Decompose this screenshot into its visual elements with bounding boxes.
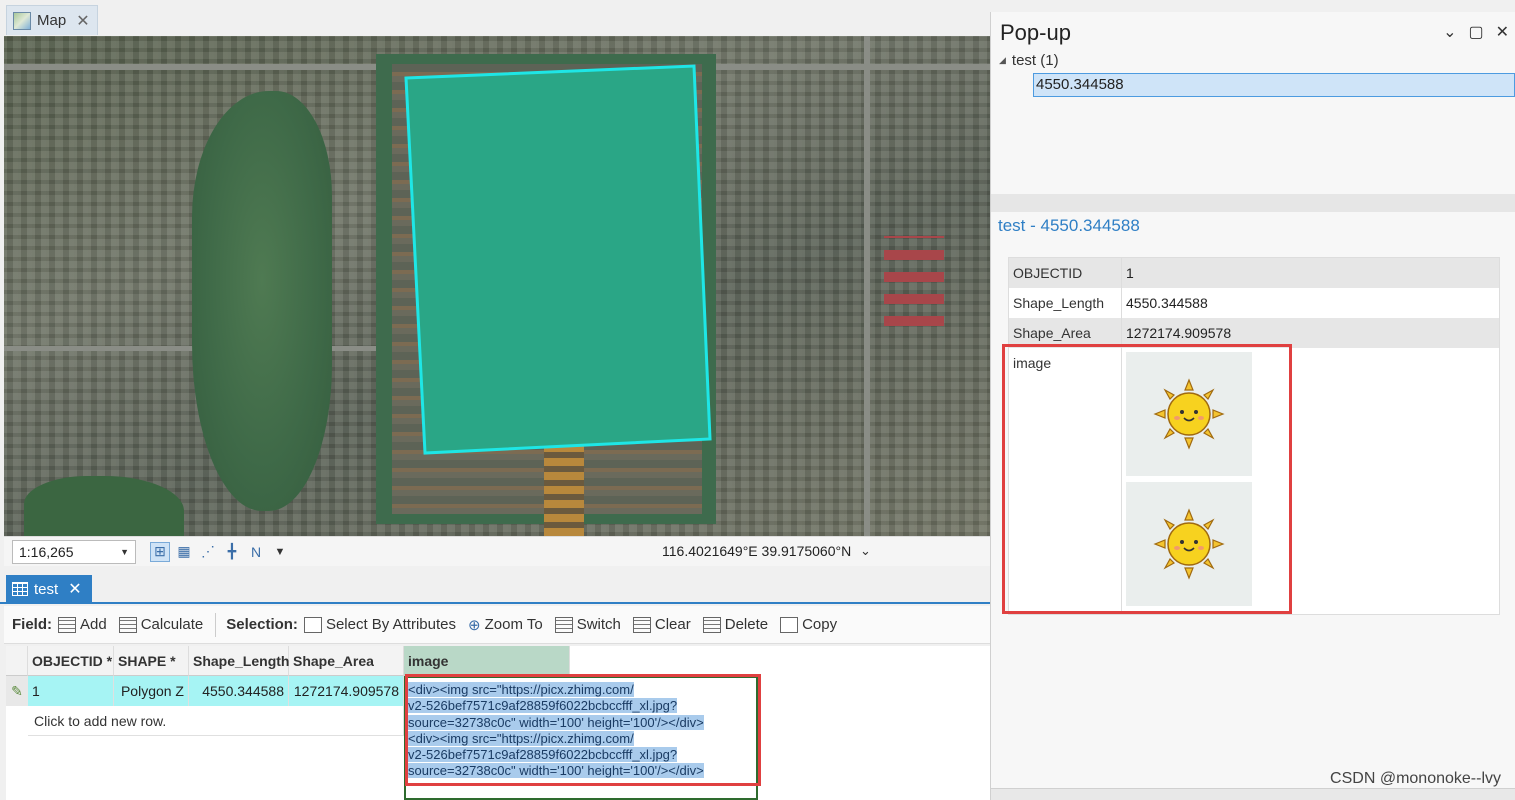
popup-row-objectid: OBJECTID 1 [1009, 258, 1499, 288]
map-overlay [404, 64, 712, 455]
cell-image[interactable]: <div><img src="https://picx.zhimg.com/ v… [404, 676, 758, 800]
image-cell-line: v2-526bef7571c9af28859f6022bcbccfff_xl.j… [408, 698, 678, 714]
popup-title: Pop-up [1000, 20, 1071, 45]
north-arrow-icon[interactable]: N [246, 542, 266, 562]
edit-pencil-icon[interactable]: ✎ [6, 676, 28, 706]
tab-map[interactable]: Map ✕ [6, 5, 98, 35]
delete-label: Delete [724, 616, 769, 633]
coordinate-readout: 116.4021649°E 39.9175060°N [662, 543, 852, 559]
cell-objectid[interactable]: 1 [28, 676, 114, 706]
table-icon [12, 582, 28, 596]
popup-pane: Pop-up ⌄ ▢ ✕ ◢ test (1) 4550.344588 test… [990, 12, 1515, 800]
column-header-shape-length[interactable]: Shape_Length [189, 646, 289, 676]
feature-title: test - 4550.344588 [998, 216, 1140, 235]
select-by-attributes-icon [303, 616, 322, 633]
add-new-row[interactable]: Click to add new row. [28, 706, 404, 736]
chevron-down-icon: ▼ [120, 546, 129, 557]
add-field-button[interactable]: Add [58, 616, 107, 633]
image-cell-line: <div><img src="https://picx.zhimg.com/ [408, 730, 634, 746]
grid-icon[interactable]: ▦ [174, 542, 194, 562]
switch-selection-icon [554, 616, 573, 633]
tree-layer-label: test (1) [1011, 52, 1059, 69]
map-icon [13, 11, 31, 30]
tree-layer-node[interactable]: ◢ test (1) [999, 52, 1059, 69]
tab-map-label: Map [37, 12, 67, 29]
delete-button[interactable]: Delete [702, 616, 769, 633]
image-cell-line: <div><img src="https://picx.zhimg.com/ [408, 682, 634, 697]
copy-icon [780, 616, 799, 633]
expand-triangle-icon[interactable]: ◢ [999, 55, 1006, 66]
close-icon[interactable]: ✕ [68, 579, 81, 599]
annotation-highlight-box [1002, 344, 1292, 614]
selection-label: Selection: [226, 616, 298, 633]
cell-shape-area[interactable]: 1272174.909578 [289, 676, 404, 706]
chevron-down-icon[interactable]: ▼ [270, 542, 290, 562]
pane-splitter[interactable] [991, 194, 1515, 212]
selected-polygon[interactable] [404, 64, 712, 455]
map-status-bar: 1:16,265 ▼ ⊞ ▦ ⋰ ╋ N ▼ 116.4021649°E 39.… [4, 536, 990, 566]
popup-value: 4550.344588 [1126, 295, 1208, 311]
zoom-to-label: Zoom To [484, 616, 543, 633]
add-field-icon [58, 616, 76, 633]
delete-icon [702, 616, 721, 633]
tree-feature-item[interactable]: 4550.344588 [1033, 73, 1515, 97]
close-icon[interactable]: ✕ [1496, 22, 1509, 42]
scale-value: 1:16,265 [19, 543, 74, 560]
select-by-attributes-label: Select By Attributes [325, 616, 457, 633]
tab-table-label: test [34, 580, 59, 598]
close-icon[interactable]: ✕ [76, 11, 89, 31]
map-tab-bar: Map ✕ [0, 0, 990, 36]
copy-button[interactable]: Copy [780, 616, 837, 633]
map-view[interactable] [4, 36, 990, 536]
calculate-label: Calculate [140, 616, 204, 633]
pane-controls: ⌄ ▢ ✕ [1443, 22, 1509, 42]
zoom-to-button[interactable]: ⊕ Zoom To [468, 616, 543, 634]
popup-key: Shape_Length [1009, 288, 1122, 318]
copy-label: Copy [802, 616, 838, 633]
image-cell-line: v2-526bef7571c9af28859f6022bcbccfff_xl.j… [408, 747, 678, 763]
toolbar-divider [215, 612, 217, 637]
calculator-icon [118, 616, 137, 633]
clear-button[interactable]: Clear [632, 616, 691, 633]
popup-key: OBJECTID [1009, 258, 1122, 288]
watermark: CSDN @mononoke--lvy [1330, 770, 1501, 787]
scale-dropdown[interactable]: 1:16,265 ▼ [12, 539, 136, 564]
tab-test-table[interactable]: test ✕ [6, 575, 92, 603]
select-by-attributes-button[interactable]: Select By Attributes [303, 616, 457, 633]
chevron-down-icon[interactable]: ⌄ [1443, 22, 1456, 42]
add-field-label: Add [80, 616, 107, 633]
attribute-table: OBJECTID * SHAPE * Shape_Length Shape_Ar… [6, 646, 990, 800]
table-corner[interactable] [6, 646, 28, 676]
snapping-icon[interactable]: ⋰ [198, 542, 218, 562]
table-toolbar: Field: Add Calculate Selection: Select B… [4, 606, 990, 644]
clear-label: Clear [654, 616, 691, 633]
maximize-icon[interactable]: ▢ [1468, 22, 1483, 42]
chevron-down-icon[interactable]: ⌄ [860, 543, 871, 559]
zoom-icon: ⊕ [468, 616, 481, 634]
cell-shape-length[interactable]: 4550.344588 [189, 676, 289, 706]
table-tab-bar: test ✕ [0, 572, 990, 604]
column-header-image[interactable]: image [404, 646, 570, 676]
switch-label: Switch [576, 616, 621, 633]
column-header-shape[interactable]: SHAPE * [114, 646, 189, 676]
column-header-objectid[interactable]: OBJECTID * [28, 646, 114, 676]
image-cell-line: source=32738c0c" width='100' height='100… [408, 714, 704, 730]
calculate-field-button[interactable]: Calculate [118, 616, 204, 633]
column-header-shape-area[interactable]: Shape_Area [289, 646, 404, 676]
clear-selection-icon [632, 616, 651, 633]
popup-value: 1 [1126, 265, 1134, 281]
cell-shape[interactable]: Polygon Z [114, 676, 189, 706]
fixed-zoom-icon[interactable]: ⊞ [150, 541, 170, 562]
image-cell-line: source=32738c0c" width='100' height='100… [408, 763, 704, 779]
popup-status-bar [991, 788, 1515, 800]
switch-button[interactable]: Switch [554, 616, 621, 633]
popup-row-shape-length: Shape_Length 4550.344588 [1009, 288, 1499, 318]
field-label: Field: [12, 616, 52, 633]
crosshair-icon[interactable]: ╋ [222, 542, 242, 562]
